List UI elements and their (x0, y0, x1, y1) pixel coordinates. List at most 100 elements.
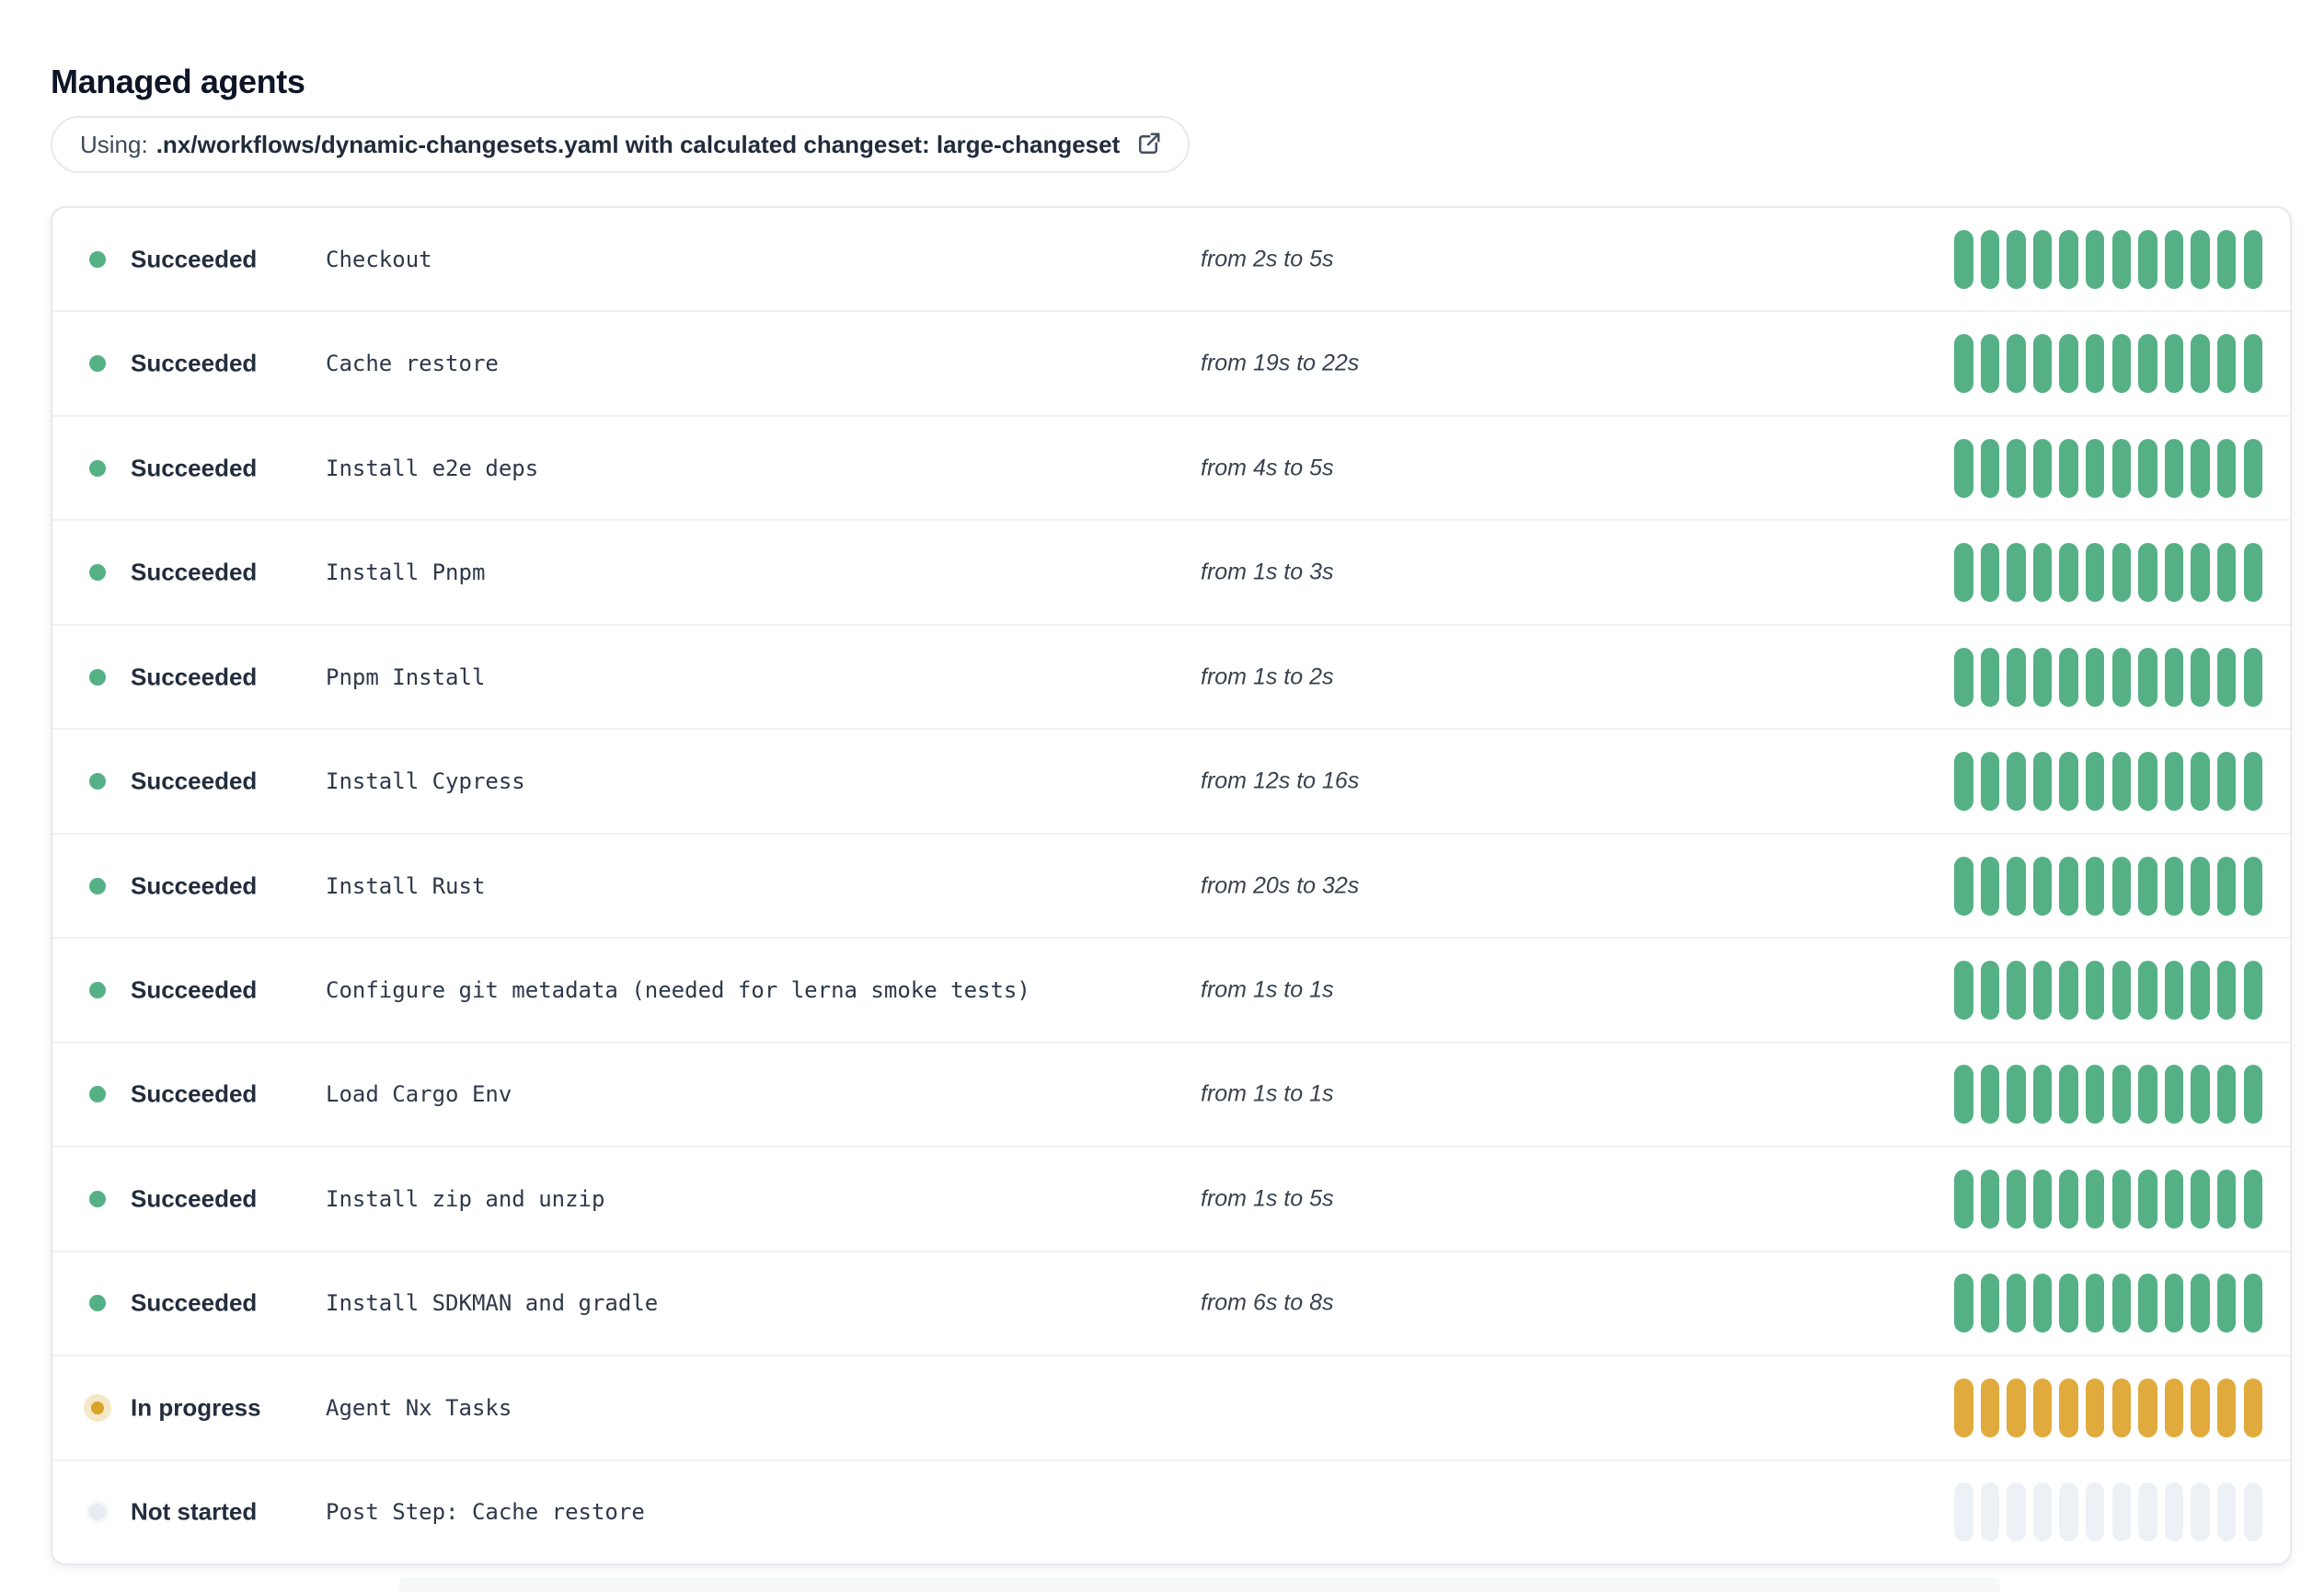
progress-segment (2138, 438, 2157, 498)
progress-segment (1954, 1274, 1973, 1333)
progress-segment (2243, 1065, 2263, 1125)
progress-segment (2243, 1378, 2263, 1437)
agent-row[interactable]: Not started Post Step: Cache restore (52, 1459, 2290, 1563)
progress-bar (1954, 543, 2263, 603)
progress-segment (2059, 647, 2078, 707)
workflow-banner-prefix: Using: (80, 130, 148, 158)
progress-segment (2164, 334, 2184, 394)
agent-row[interactable]: Succeeded Install zip and unzip from 1s … (52, 1146, 2290, 1250)
progress-segment (1954, 229, 1973, 289)
progress-segment (2191, 334, 2210, 394)
agent-row[interactable]: Succeeded Install Rust from 20s to 32s (52, 832, 2290, 937)
progress-segment (2138, 1274, 2157, 1333)
progress-segment (2111, 1378, 2132, 1437)
status-dot (89, 668, 106, 686)
step-name: Pnpm Install (326, 663, 486, 690)
agent-row[interactable]: Succeeded Install e2e deps from 4s to 5s (52, 414, 2290, 519)
status-label: Not started (131, 1497, 258, 1526)
progress-segment (2111, 1482, 2132, 1542)
progress-segment (2059, 334, 2078, 394)
progress-segment (2191, 647, 2210, 707)
step-name: Install zip and unzip (326, 1185, 605, 1212)
progress-bar (1954, 856, 2263, 916)
progress-segment (2216, 438, 2237, 498)
progress-segment (2007, 1378, 2026, 1437)
progress-segment (1954, 1378, 1973, 1437)
progress-segment (2007, 752, 2026, 812)
progress-segment (1980, 1482, 2000, 1542)
status-dot (89, 564, 106, 582)
progress-segment (1954, 543, 1973, 603)
progress-segment (1980, 1065, 2000, 1125)
progress-segment (2243, 752, 2263, 812)
duration-text: from 6s to 8s (1201, 1289, 1334, 1316)
progress-segment (2191, 1274, 2210, 1333)
progress-segment (2111, 856, 2132, 916)
progress-segment (2164, 1169, 2184, 1229)
progress-segment (2243, 856, 2263, 916)
progress-segment (2007, 334, 2026, 394)
progress-segment (2085, 647, 2105, 707)
progress-segment (2032, 856, 2053, 916)
status-label: Succeeded (131, 663, 258, 691)
agent-row[interactable]: Succeeded Pnpm Install from 1s to 2s (52, 623, 2290, 728)
duration-text: from 1s to 1s (1201, 976, 1334, 1003)
progress-segment (2191, 438, 2210, 498)
agent-row[interactable]: Succeeded Install Cypress from 12s to 16… (52, 728, 2290, 832)
step-name: Install Rust (326, 872, 486, 899)
progress-segment (1954, 438, 1973, 498)
progress-segment (2032, 1378, 2053, 1437)
progress-segment (2164, 961, 2184, 1021)
progress-segment (2191, 229, 2210, 289)
progress-segment (1980, 856, 2000, 916)
progress-segment (2164, 856, 2184, 916)
agent-row[interactable]: Succeeded Load Cargo Env from 1s to 1s (52, 1041, 2290, 1146)
progress-segment (2216, 334, 2237, 394)
progress-segment (2085, 961, 2105, 1021)
agent-row[interactable]: Succeeded Cache restore from 19s to 22s (52, 310, 2290, 414)
progress-segment (2007, 961, 2026, 1021)
agent-row[interactable]: Succeeded Checkout from 2s to 5s (52, 208, 2290, 310)
progress-segment (2164, 1482, 2184, 1542)
progress-segment (2191, 543, 2210, 603)
progress-segment (2085, 1274, 2105, 1333)
progress-segment (2007, 1274, 2026, 1333)
progress-segment (2007, 647, 2026, 707)
progress-segment (2085, 752, 2105, 812)
progress-segment (2111, 543, 2132, 603)
status-dot (89, 1504, 106, 1521)
progress-segment (2191, 752, 2210, 812)
progress-segment (2111, 1169, 2132, 1229)
progress-segment (2138, 1065, 2157, 1125)
progress-segment (2138, 856, 2157, 916)
agent-row[interactable]: In progress Agent Nx Tasks (52, 1355, 2290, 1459)
progress-segment (2007, 543, 2026, 603)
progress-segment (2032, 961, 2053, 1021)
duration-text: from 1s to 5s (1201, 1185, 1334, 1212)
progress-segment (1954, 961, 1973, 1021)
progress-segment (2216, 1482, 2237, 1542)
progress-segment (2059, 543, 2078, 603)
progress-segment (2032, 752, 2053, 812)
progress-segment (2059, 961, 2078, 1021)
progress-bar (1954, 1169, 2263, 1229)
progress-segment (2032, 1065, 2053, 1125)
progress-segment (2138, 647, 2157, 707)
agent-row[interactable]: Succeeded Configure git metadata (needed… (52, 937, 2290, 1041)
agent-row[interactable]: Succeeded Install SDKMAN and gradle from… (52, 1250, 2290, 1355)
progress-segment (2007, 438, 2026, 498)
agent-row[interactable]: Succeeded Install Pnpm from 1s to 3s (52, 519, 2290, 623)
progress-segment (2111, 438, 2132, 498)
progress-segment (1954, 752, 1973, 812)
progress-segment (2216, 1169, 2237, 1229)
progress-segment (2085, 438, 2105, 498)
progress-segment (2243, 1482, 2263, 1542)
progress-segment (2032, 543, 2053, 603)
progress-segment (2138, 1169, 2157, 1229)
workflow-banner-link[interactable]: Using: .nx/workflows/dynamic-changesets.… (51, 116, 1191, 173)
step-name: Install Pnpm (326, 560, 486, 586)
status-label: Succeeded (131, 871, 258, 900)
duration-text: from 19s to 22s (1201, 350, 1360, 376)
progress-segment (2243, 438, 2263, 498)
status-dot (91, 1401, 104, 1414)
